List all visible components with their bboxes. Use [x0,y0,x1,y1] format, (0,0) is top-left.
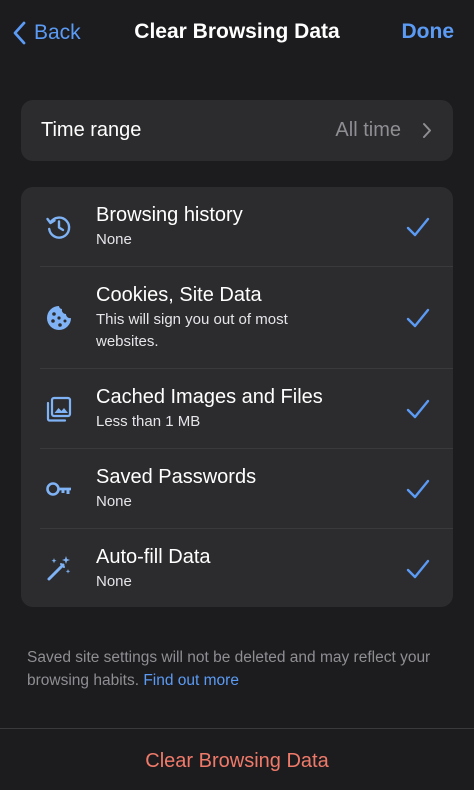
history-icon [45,213,73,241]
find-out-more-link[interactable]: Find out more [143,672,239,689]
time-range-label: Time range [41,119,142,141]
cookie-icon [45,304,73,332]
data-types-list: Browsing history None Cookies, Site Data… [21,187,453,607]
option-subtitle: Less than 1 MB [96,413,201,430]
option-title: Cookies, Site Data [96,284,262,306]
clear-browsing-data-button[interactable]: Clear Browsing Data [0,750,474,773]
option-auto-fill-data[interactable]: Auto-fill Data None [21,529,453,607]
option-subtitle: None [96,231,132,248]
option-cached-images[interactable]: Cached Images and Files Less than 1 MB [21,369,453,449]
navigation-bar: Back Clear Browsing Data Done [0,0,474,66]
done-button[interactable]: Done [402,20,455,44]
footnote: Saved site settings will not be deleted … [27,646,452,692]
time-range-value: All time [335,119,401,141]
magic-wand-icon [45,554,73,582]
checkmark-icon [406,479,430,499]
option-title: Auto-fill Data [96,546,211,568]
option-browsing-history[interactable]: Browsing history None [21,187,453,267]
option-cookies-site-data[interactable]: Cookies, Site Data This will sign you ou… [21,267,453,369]
option-subtitle: This will sign you out of most websites. [96,311,288,350]
option-title: Browsing history [96,204,243,226]
checkmark-icon [406,308,430,328]
option-saved-passwords[interactable]: Saved Passwords None [21,449,453,529]
option-subtitle: None [96,573,132,590]
time-range-row[interactable]: Time range All time [21,100,453,161]
divider [0,728,474,729]
checkmark-icon [406,217,430,237]
option-title: Saved Passwords [96,466,257,488]
checkmark-icon [406,399,430,419]
option-subtitle: None [96,493,132,510]
chevron-right-icon [423,123,431,138]
key-icon [45,475,73,503]
checkmark-icon [406,559,430,579]
option-title: Cached Images and Files [96,386,323,408]
image-gallery-icon [45,395,73,423]
